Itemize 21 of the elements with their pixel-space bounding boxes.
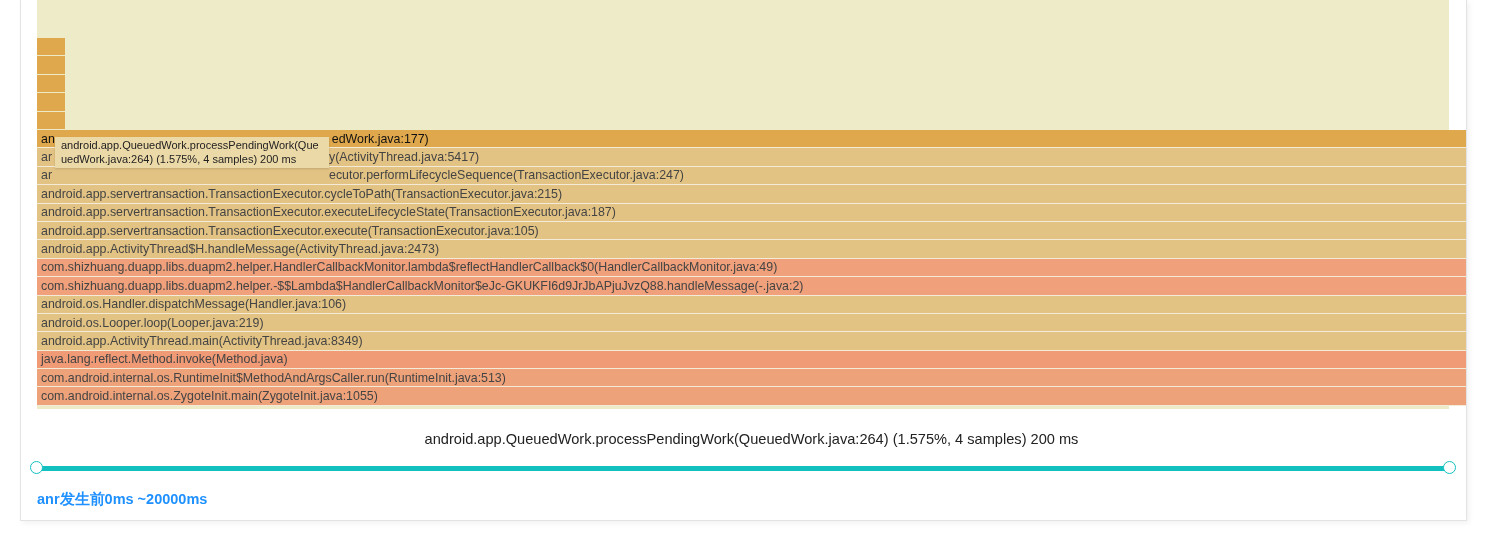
- frame-label: com.android.internal.os.RuntimeInit$MethodAndArgsCaller.run(RuntimeInit.java:513): [41, 370, 506, 385]
- frame-label: an: [41, 131, 55, 146]
- frame-label: com.shizhuang.duapp.libs.duapm2.helper.HandlerCallbackMonitor.lambda$reflectHandlerCallback$0(HandlerCallbackMonitor.java:49): [41, 260, 778, 275]
- frame-label: com.shizhuang.duapp.libs.duapm2.helper.-$$Lambda$HandlerCallbackMonitor$eJc-GKUKFI6d9JrJbAPjuJvzQ88.handleMessage(-.java:2): [41, 278, 804, 293]
- frame-label: com.android.internal.os.ZygoteInit.main(ZygoteInit.java:1055): [41, 389, 378, 404]
- tooltip: android.app.QueuedWork.processPendingWork(QueuedWork.java:264) (1.575%, 4 samples) 200 ms: [55, 137, 329, 168]
- frame-label: edWork.java:177): [331, 131, 429, 146]
- frame-label: java.lang.reflect.Method.invoke(Method.java): [41, 352, 288, 367]
- frame-label: android.os.Looper.loop(Looper.java:219): [41, 315, 264, 330]
- frame-details: android.app.QueuedWork.processPendingWork(QueuedWork.java:264) (1.575%, 4 samples) 200 ms: [423, 430, 1080, 449]
- range-label: anr发生前0ms ~20000ms: [37, 489, 209, 509]
- frame-label: ar: [41, 168, 53, 183]
- frame-label: android.os.Handler.dispatchMessage(Handler.java:106): [41, 297, 347, 312]
- frame-label: android.app.ActivityThread$H.handleMessage(ActivityThread.java:2473): [41, 242, 440, 257]
- frame-label: y(ActivityThread.java:5417): [329, 150, 480, 165]
- frame-label: android.app.servertransaction.TransactionExecutor.execute(TransactionExecutor.java:105): [41, 223, 539, 238]
- frame-label: android.app.servertransaction.TransactionExecutor.cycleToPath(TransactionExecutor.java:215): [41, 186, 563, 201]
- frame-label: android.app.servertransaction.TransactionExecutor.executeLifecycleState(TransactionExecutor.java:187): [41, 205, 616, 220]
- frame-label: ecutor.performLifecycleSequence(TransactionExecutor.java:247): [329, 168, 684, 183]
- frame-label: ar: [41, 150, 53, 165]
- frame-label: android.app.ActivityThread.main(ActivityThread.java:8349): [41, 334, 363, 348]
